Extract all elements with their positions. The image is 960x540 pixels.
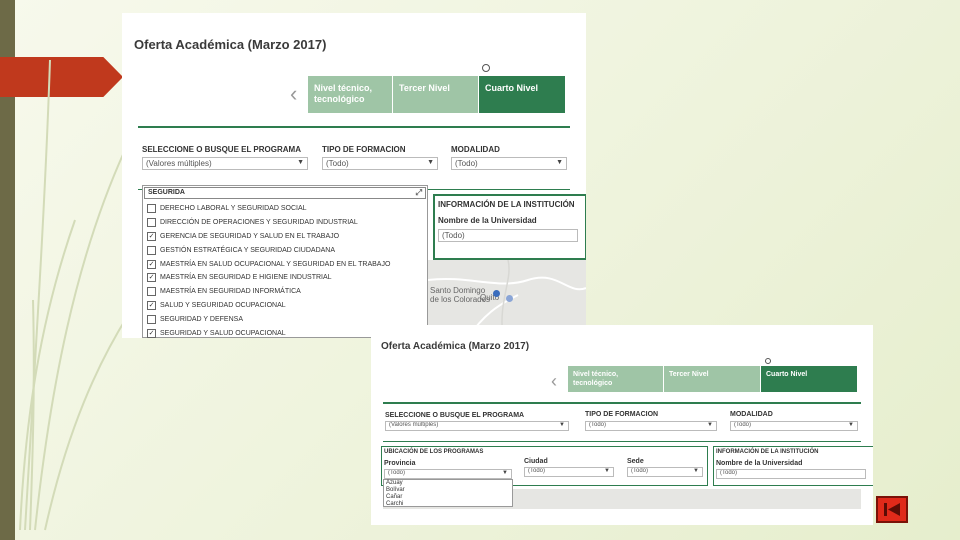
divider (138, 126, 570, 128)
chevron-left-icon[interactable]: ‹ (551, 370, 557, 392)
ciudad-select[interactable]: (Todo) ▼ (524, 467, 614, 477)
info-panel: INFORMACIÓN DE LA INSTITUCIÓN Nombre de … (713, 446, 873, 486)
tipo-label: TIPO DE FORMACION (585, 411, 659, 418)
provincia-label: Provincia (384, 460, 416, 467)
list-item[interactable]: Carchi (386, 501, 510, 508)
program-option[interactable]: ✓ MAESTRÍA EN SEGURIDAD E HIGIENE INDUSTR… (145, 271, 425, 285)
screenshot-location-filter: Oferta Académica (Marzo 2017) ‹ Nivel té… (371, 325, 873, 525)
list-item[interactable]: Bolívar (386, 487, 510, 494)
checkbox-checked-icon[interactable]: ✓ (147, 328, 156, 338)
info-heading: INFORMACIÓN DE LA INSTITUCIÓN (438, 200, 575, 209)
checkbox-checked-icon[interactable]: ✓ (147, 259, 156, 269)
tab-cuarto-nivel[interactable]: Cuarto Nivel (479, 76, 565, 113)
chevron-down-icon: ▼ (502, 470, 508, 476)
ciudad-label: Ciudad (524, 458, 548, 465)
program-option-label: MAESTRÍA EN SEGURIDAD INFORMÁTICA (160, 288, 301, 296)
provincia-dropdown-list[interactable]: Azuay Bolívar Cañar Carchi (383, 479, 513, 507)
chevron-down-icon: ▼ (604, 468, 610, 474)
program-option[interactable]: GESTIÓN ESTRATÉGICA Y SEGURIDAD CIUDADAN… (145, 243, 425, 257)
info-circle-icon (765, 358, 771, 364)
universidad-select[interactable]: (Todo) (716, 469, 866, 479)
chevron-down-icon: ▼ (693, 468, 699, 474)
divider (383, 441, 861, 442)
map-pin-icon[interactable] (493, 290, 500, 297)
chevron-left-icon[interactable]: ‹ (290, 83, 297, 105)
programa-label: SELECCIONE O BUSQUE EL PROGRAMA (142, 145, 301, 154)
tipo-label: TIPO DE FORMACION (322, 145, 406, 154)
tab-tercer-nivel[interactable]: Tercer Nivel (393, 76, 478, 113)
program-option-label: DERECHO LABORAL Y SEGURIDAD SOCIAL (160, 205, 307, 213)
chevron-down-icon: ▼ (707, 422, 713, 428)
program-option-label: GESTIÓN ESTRATÉGICA Y SEGURIDAD CIUDADAN… (160, 246, 336, 254)
tab-nivel-tecnico[interactable]: Nivel técnico, tecnológico (568, 366, 663, 392)
tipo-select[interactable]: (Todo) ▼ (585, 421, 717, 431)
modalidad-select[interactable]: (Todo) ▼ (730, 421, 858, 431)
tab-nivel-tecnico[interactable]: Nivel técnico, tecnológico (308, 76, 392, 113)
info-panel: INFORMACIÓN DE LA INSTITUCIÓN Nombre de … (433, 194, 586, 260)
provincia-select[interactable]: (Todo) ▼ (384, 469, 512, 479)
program-option[interactable]: ✓ SALUD Y SEGURIDAD OCUPACIONAL (145, 299, 425, 313)
map-label-santo-domingo: Santo Domingo (430, 286, 486, 295)
clear-search-icon[interactable]: ⤢ (416, 188, 422, 198)
checkbox-icon[interactable] (147, 287, 156, 297)
program-option[interactable]: DIRECCIÓN DE OPERACIONES Y SEGURIDAD IND… (145, 216, 425, 230)
programa-label: SELECCIONE O BUSQUE EL PROGRAMA (385, 412, 525, 419)
universidad-select[interactable]: (Todo) (438, 229, 578, 242)
checkbox-checked-icon[interactable]: ✓ (147, 273, 156, 283)
programa-select[interactable]: (Valores múltiples) ▼ (142, 157, 308, 170)
program-option-label: GERENCIA DE SEGURIDAD Y SALUD EN EL TRAB… (160, 232, 340, 240)
program-option-label: MAESTRÍA EN SALUD OCUPACIONAL Y SEGURIDA… (160, 260, 391, 268)
checkbox-icon[interactable] (147, 218, 156, 228)
checkbox-icon[interactable] (147, 245, 156, 255)
program-dropdown[interactable]: SEGURIDA ⤢ DERECHO LABORAL Y SEGURIDAD SO… (142, 185, 428, 338)
program-option[interactable]: ✓ GERENCIA DE SEGURIDAD Y SALUD EN EL TRA… (145, 230, 425, 244)
chevron-down-icon: ▼ (427, 159, 434, 166)
program-search-input[interactable]: SEGURIDA ⤢ (144, 187, 426, 199)
universidad-label: Nombre de la Universidad (438, 216, 537, 225)
screenshot-program-search: Oferta Académica (Marzo 2017) ‹ Nivel té… (122, 13, 586, 338)
chevron-down-icon: ▼ (848, 422, 854, 428)
info-circle-icon (482, 64, 490, 72)
program-option-label: MAESTRÍA EN SEGURIDAD E HIGIENE INDUSTRI… (160, 274, 332, 282)
programa-select[interactable]: (Valores múltiples) ▼ (385, 421, 569, 431)
skip-back-button[interactable] (876, 496, 908, 523)
sede-select[interactable]: (Todo) ▼ (627, 467, 703, 477)
tipo-select[interactable]: (Todo) ▼ (322, 157, 438, 170)
list-item[interactable]: Azuay (386, 480, 510, 487)
sede-label: Sede (627, 458, 644, 465)
map-pin-icon[interactable] (506, 295, 513, 302)
program-option[interactable]: DERECHO LABORAL Y SEGURIDAD SOCIAL (145, 202, 425, 216)
tab-tercer-nivel[interactable]: Tercer Nivel (664, 366, 760, 392)
checkbox-checked-icon[interactable]: ✓ (147, 231, 156, 241)
program-options: DERECHO LABORAL Y SEGURIDAD SOCIAL DIRECC… (145, 202, 425, 338)
checkbox-icon[interactable] (147, 204, 156, 214)
divider (383, 402, 861, 404)
program-option-label: SALUD Y SEGURIDAD OCUPACIONAL (160, 301, 286, 309)
page-title: Oferta Académica (Marzo 2017) (134, 37, 327, 52)
checkbox-checked-icon[interactable]: ✓ (147, 300, 156, 310)
program-option-label: DIRECCIÓN DE OPERACIONES Y SEGURIDAD IND… (160, 219, 358, 227)
list-item[interactable]: Cañar (386, 494, 510, 501)
universidad-label: Nombre de la Universidad (716, 460, 803, 467)
info-heading: INFORMACIÓN DE LA INSTITUCIÓN (716, 449, 819, 455)
program-option[interactable]: ✓ MAESTRÍA EN SALUD OCUPACIONAL Y SEGURID… (145, 257, 425, 271)
modalidad-label: MODALIDAD (451, 145, 500, 154)
program-option-label: SEGURIDAD Y SALUD OCUPACIONAL (160, 329, 286, 337)
checkbox-icon[interactable] (147, 314, 156, 324)
chevron-down-icon: ▼ (297, 159, 304, 166)
location-heading: UBICACIÓN DE LOS PROGRAMAS (384, 449, 484, 455)
chevron-down-icon: ▼ (556, 159, 563, 166)
skip-back-icon (884, 503, 900, 516)
modalidad-label: MODALIDAD (730, 411, 773, 418)
program-option-label: SEGURIDAD Y DEFENSA (160, 315, 243, 323)
tab-cuarto-nivel[interactable]: Cuarto Nivel (761, 366, 857, 392)
page-title: Oferta Académica (Marzo 2017) (381, 341, 530, 352)
chevron-down-icon: ▼ (559, 422, 565, 428)
modalidad-select[interactable]: (Todo) ▼ (451, 157, 567, 170)
program-option[interactable]: MAESTRÍA EN SEGURIDAD INFORMÁTICA (145, 285, 425, 299)
